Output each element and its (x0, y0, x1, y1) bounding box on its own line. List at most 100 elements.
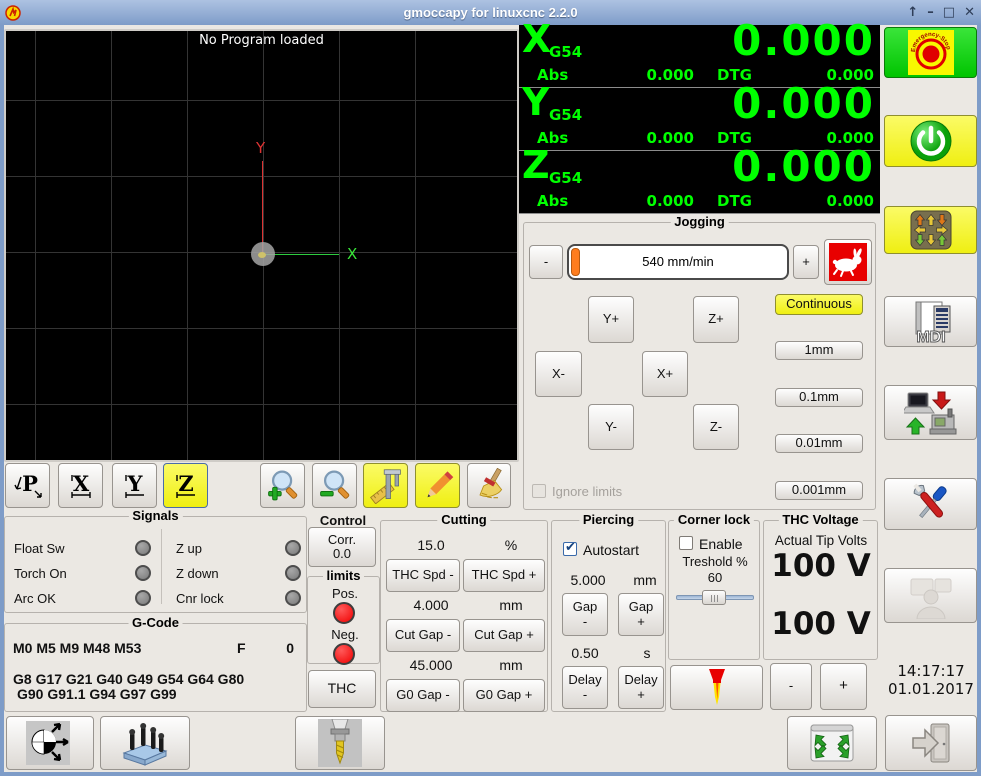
active-gcodes-line1: G8 G17 G21 G40 G49 G54 G64 G80 (13, 671, 245, 687)
pencil-icon (426, 470, 453, 497)
limits-frame: limits Pos. Neg. (307, 568, 380, 665)
cutting-title: Cutting (437, 512, 491, 527)
increment-01mm-button[interactable]: 0.1mm (775, 388, 863, 407)
cut-gap-value: 4.000 (413, 597, 449, 613)
fullscreen-button[interactable] (787, 716, 877, 770)
jog-x-plus-button[interactable]: X+ (642, 351, 688, 397)
g0-gap-minus-button[interactable]: G0 Gap - (386, 679, 460, 712)
estop-button[interactable]: Emergency-Stop (884, 27, 977, 78)
thc-speed-value: 15.0 (417, 537, 445, 553)
thc-button[interactable]: THC (308, 670, 376, 708)
measure-icon (369, 468, 401, 504)
signal-label-cnr-lock: Cnr lock (176, 591, 224, 606)
jog-speed-minus-button[interactable]: - (529, 245, 563, 279)
jog-x-minus-button[interactable]: X- (535, 351, 582, 397)
view-x-icon: X (70, 471, 91, 498)
pierce-gap-minus-button[interactable]: Gap - (562, 593, 608, 636)
pierce-delay-plus-button[interactable]: Delay + (618, 666, 664, 709)
exit-button[interactable] (885, 715, 977, 771)
view-z-button[interactable]: Z (163, 463, 208, 508)
g0-gap-plus-button[interactable]: G0 Gap + (463, 679, 545, 712)
clear-icon (479, 467, 503, 498)
clock-time: 14:17:17 (897, 662, 965, 680)
feed-label: F (237, 640, 246, 656)
edit-button[interactable] (415, 463, 460, 508)
autostart-checkbox[interactable] (563, 540, 577, 556)
thc-voltage-title: THC Voltage (778, 512, 863, 527)
view-x-button[interactable]: X (58, 463, 103, 508)
svg-text:Z: Z (178, 471, 193, 496)
shade-icon[interactable]: ↑ (907, 5, 918, 20)
increment-1mm-button[interactable]: 1mm (775, 341, 863, 360)
dro-coord-system: G54 (549, 43, 583, 61)
jog-y-plus-button[interactable]: Y+ (588, 296, 634, 343)
signal-label-float-sw: Float Sw (14, 541, 65, 556)
jog-z-plus-button[interactable]: Z+ (693, 296, 739, 343)
thc-voltage-frame: THC Voltage Actual Tip Volts 100 V 100 V (763, 512, 878, 660)
setup-mode-button[interactable] (884, 385, 977, 440)
piercing-title: Piercing (578, 512, 639, 527)
g0-gap-value: 45.000 (409, 657, 453, 673)
actual-tip-volts-label: Actual Tip Volts (774, 533, 868, 548)
jog-y-minus-button[interactable]: Y- (588, 404, 634, 450)
close-icon[interactable]: ✕ (964, 5, 975, 20)
dro-main-value: 0.000 (732, 142, 875, 191)
thc-speed-plus-button[interactable]: THC Spd + (463, 559, 545, 592)
signal-label-z-down: Z down (176, 566, 219, 581)
touch-off-button[interactable] (6, 716, 94, 770)
power-icon (910, 120, 951, 162)
correction-button[interactable]: Corr. 0.0 (308, 527, 376, 567)
mdi-mode-button[interactable]: MDI (884, 296, 977, 347)
app-window: gmoccapy for linuxcnc 2.2.0 ↑ – □ ✕ No P… (0, 0, 981, 776)
increment-001mm-button[interactable]: 0.01mm (775, 434, 863, 453)
machine-on-button[interactable] (884, 115, 977, 167)
clock: 14:17:17 01.01.2017 (884, 662, 978, 698)
dro-main-value: 0.000 (732, 16, 875, 65)
increment-continuous-button[interactable]: Continuous (775, 294, 863, 315)
correction-value: 0.0 (332, 546, 352, 561)
jogging-title: Jogging (670, 214, 729, 229)
signal-led-cnr-lock (285, 590, 301, 606)
corner-lock-enable-checkbox[interactable] (679, 536, 693, 550)
thc-speed-minus-button[interactable]: THC Spd - (386, 559, 460, 592)
jog-mode-button[interactable] (884, 206, 977, 254)
maximize-icon[interactable]: □ (943, 5, 955, 20)
view-p-icon: P (13, 471, 42, 498)
dro-row-x[interactable]: X G54 0.000 Abs 0.000 DTG 0.000 (519, 16, 880, 87)
max-speed-button[interactable] (824, 239, 872, 285)
voltage-minus-button[interactable]: - (770, 663, 812, 710)
settings-button[interactable] (884, 478, 977, 530)
dro-row-z[interactable]: Z G54 0.000 Abs 0.000 DTG 0.000 (519, 142, 880, 213)
view-p-button[interactable]: P (5, 463, 50, 508)
jog-speed-plus-button[interactable]: + (793, 245, 819, 279)
feed-value: 0 (286, 640, 294, 656)
jogpad-icon (910, 210, 951, 250)
cut-gap-plus-button[interactable]: Cut Gap + (463, 619, 545, 652)
pierce-delay-minus-button[interactable]: Delay - (562, 666, 608, 709)
jog-z-minus-button[interactable]: Z- (693, 404, 739, 450)
pierce-gap-plus-button[interactable]: Gap + (618, 593, 664, 636)
voltage-plus-button[interactable]: + (820, 663, 867, 710)
cut-gap-minus-button[interactable]: Cut Gap - (386, 619, 460, 652)
ignore-limits-checkbox[interactable] (532, 484, 546, 498)
pierce-gap-unit: mm (633, 572, 657, 588)
zoom-in-button[interactable] (260, 463, 305, 508)
dro-coord-system: G54 (549, 106, 583, 124)
zoom-in-icon (267, 469, 297, 500)
measure-button[interactable] (363, 463, 408, 508)
view-y-button[interactable]: Y (112, 463, 157, 508)
threshold-slider-handle[interactable] (702, 590, 726, 605)
signals-divider (161, 529, 162, 604)
zoom-out-button[interactable] (312, 463, 357, 508)
clear-preview-button[interactable] (467, 463, 511, 508)
active-gcodes-line2: G90 G91.1 G94 G97 G99 (17, 686, 177, 702)
touch-plate-button[interactable] (100, 716, 190, 770)
jog-speed-bar[interactable]: 540 mm/min (567, 244, 789, 280)
minimize-icon[interactable]: – (927, 5, 934, 20)
torch-button[interactable] (670, 665, 763, 710)
gcode-title: G-Code (128, 615, 183, 630)
gremlin-preview[interactable]: No Program loaded Y X (4, 29, 519, 462)
pierce-delay-plus-sign: + (637, 686, 645, 702)
dro-row-y[interactable]: Y G54 0.000 Abs 0.000 DTG 0.000 (519, 79, 880, 150)
increment-0001mm-button[interactable]: 0.001mm (775, 481, 863, 500)
